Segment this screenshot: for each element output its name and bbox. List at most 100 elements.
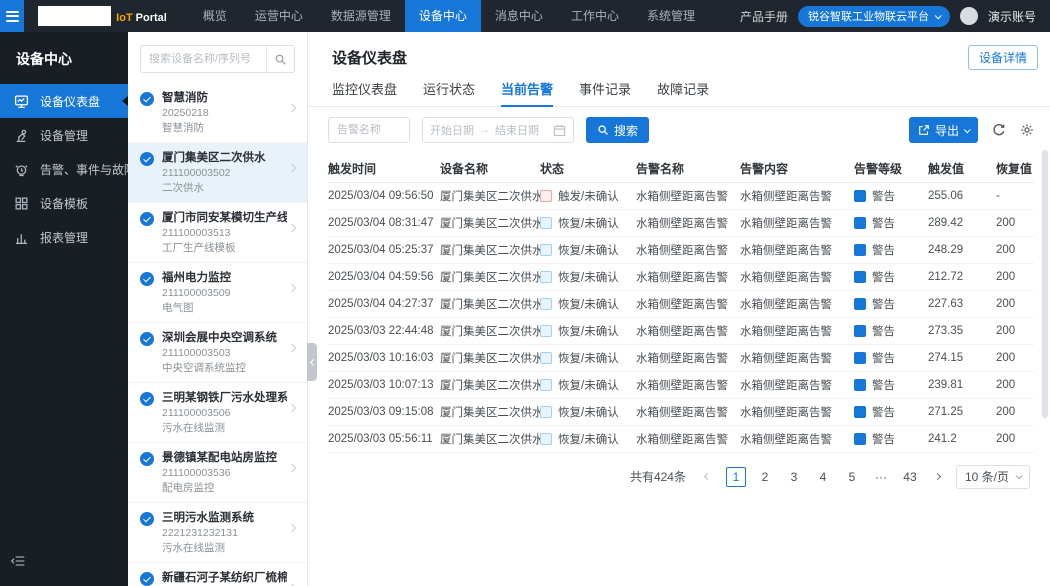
template-icon: [14, 196, 29, 211]
page-size-select[interactable]: 10 条/页: [956, 465, 1030, 489]
hamburger-menu-icon[interactable]: [0, 0, 24, 32]
device-list-item[interactable]: 三明污水监测系统 2221231232131 污水在线监测: [128, 503, 307, 563]
settings-button[interactable]: [1020, 123, 1034, 137]
top-nav-item[interactable]: 概览: [189, 0, 241, 32]
page-title: 设备仪表盘: [332, 47, 407, 68]
device-texts: 景德镇某配电站房监控 211100003536 配电房监控: [162, 451, 287, 495]
date-end-placeholder: 结束日期: [495, 122, 539, 138]
pagination-page-button[interactable]: 1: [726, 467, 746, 487]
device-template: 二次供水: [162, 182, 287, 195]
device-list-item[interactable]: 新疆石河子某纺织厂梳棉机 20220809001 梳棉机: [128, 563, 307, 586]
pagination-page-button[interactable]: 43: [900, 467, 920, 487]
cell-alarm-level: 警告: [854, 317, 928, 344]
col-alarm-level: 告警等级: [854, 155, 928, 182]
device-serial: 211100003513: [162, 227, 287, 240]
device-online-check-icon: [140, 512, 154, 526]
cell-alarm-content: 水箱侧壁距离告警: [740, 209, 854, 236]
device-name: 三明某钢铁厂污水处理系统: [162, 391, 287, 405]
cell-trigger-time: 2025/03/04 04:59:56: [328, 263, 440, 290]
table-row[interactable]: 2025/03/03 10:16:03 厦门集美区二次供水 恢复/未确认 水箱: [328, 344, 1034, 371]
device-search-button[interactable]: [266, 46, 294, 72]
logo-suffix: Portal: [136, 12, 167, 24]
vertical-scrollbar[interactable]: [1042, 150, 1048, 418]
tab-item[interactable]: 当前告警: [501, 79, 553, 106]
tab-item[interactable]: 事件记录: [579, 79, 631, 106]
table-row[interactable]: 2025/03/04 09:56:50 厦门集美区二次供水 触发/未确认 水箱: [328, 182, 1034, 209]
level-indicator-icon: [854, 325, 866, 337]
top-nav-item[interactable]: 设备中心: [405, 0, 481, 32]
pagination-page-button[interactable]: 5: [842, 467, 862, 487]
top-nav-item[interactable]: 系统管理: [633, 0, 709, 32]
device-list-panel: 智慧消防 20250218 智慧消防 厦门集美区二次供水 21110000350…: [128, 32, 308, 586]
sidebar-item-device-template[interactable]: 设备模板: [0, 186, 128, 220]
table-row[interactable]: 2025/03/04 05:25:37 厦门集美区二次供水 恢复/未确认 水箱: [328, 236, 1034, 263]
device-list-item[interactable]: 厦门市同安某模切生产线 211100003513 工厂生产线模板: [128, 203, 307, 263]
panel-collapse-handle[interactable]: [307, 343, 317, 381]
export-button[interactable]: 导出: [909, 117, 978, 143]
device-list-item[interactable]: 智慧消防 20250218 智慧消防: [128, 83, 307, 143]
cell-recover-value: 200: [996, 236, 1034, 263]
cell-alarm-level: 警告: [854, 290, 928, 317]
sidebar-item-device-dashboard[interactable]: 设备仪表盘: [0, 84, 128, 118]
table-row[interactable]: 2025/03/03 22:44:48 厦门集美区二次供水 恢复/未确认 水箱: [328, 317, 1034, 344]
top-nav-item[interactable]: 运营中心: [241, 0, 317, 32]
sidebar-item-device-management[interactable]: 设备管理: [0, 118, 128, 152]
refresh-icon: [992, 123, 1006, 137]
cell-device-name: 厦门集美区二次供水: [440, 236, 540, 263]
device-list-item[interactable]: 深圳会展中央空调系统 211100003503 中央空调系统监控: [128, 323, 307, 383]
device-list-item[interactable]: 三明某钢铁厂污水处理系统 211100003506 污水在线监测: [128, 383, 307, 443]
alarm-table-container: 触发时间 设备名称 状态 告警名称 告警内容 告警等级 触发值 恢复值 恢复时间: [328, 155, 1034, 453]
cell-alarm-name: 水箱侧壁距离告警: [636, 344, 740, 371]
search-button[interactable]: 搜索: [586, 117, 649, 143]
device-search-input[interactable]: [141, 53, 266, 65]
device-list-item[interactable]: 景德镇某配电站房监控 211100003536 配电房监控: [128, 443, 307, 503]
sidebar-item-alarm-event-fault[interactable]: 告警、事件与故障: [0, 152, 128, 186]
table-row[interactable]: 2025/03/04 04:59:56 厦门集美区二次供水 恢复/未确认 水箱: [328, 263, 1034, 290]
search-icon: [597, 124, 609, 136]
brand-logo: GoCloud IoT Portal: [38, 6, 167, 26]
pagination-prev-button[interactable]: [699, 468, 717, 486]
table-row[interactable]: 2025/03/03 05:56:11 厦门集美区二次供水 恢复/未确认 水箱: [328, 425, 1034, 452]
tab-item[interactable]: 监控仪表盘: [332, 79, 397, 106]
product-manual-link[interactable]: 产品手册: [740, 8, 788, 25]
alarm-name-input[interactable]: [328, 117, 410, 143]
pagination-page-button[interactable]: 2: [755, 467, 775, 487]
user-avatar[interactable]: [960, 7, 978, 25]
table-row[interactable]: 2025/03/03 09:15:08 厦门集美区二次供水 恢复/未确认 水箱: [328, 398, 1034, 425]
device-name: 厦门集美区二次供水: [162, 151, 287, 165]
tab-item[interactable]: 运行状态: [423, 79, 475, 106]
pagination-page-button[interactable]: ···: [871, 467, 891, 487]
table-row[interactable]: 2025/03/04 04:27:37 厦门集美区二次供水 恢复/未确认 水箱: [328, 290, 1034, 317]
device-detail-button[interactable]: 设备详情: [968, 45, 1038, 70]
chevron-right-icon: [288, 404, 296, 412]
device-online-check-icon: [140, 152, 154, 166]
pagination-next-button[interactable]: [929, 468, 947, 486]
top-navbar: GoCloud IoT Portal 概览 运营中心 数据源管理 设备中心 消息…: [0, 0, 1050, 32]
col-alarm-name: 告警名称: [636, 155, 740, 182]
sidebar-item-report-management[interactable]: 报表管理: [0, 220, 128, 254]
sidebar-collapse-button[interactable]: [10, 553, 26, 574]
table-row[interactable]: 2025/03/03 10:07:13 厦门集美区二次供水 恢复/未确认 水箱: [328, 371, 1034, 398]
status-indicator-icon: [540, 379, 552, 391]
date-range-picker[interactable]: 开始日期 → 结束日期: [422, 117, 574, 143]
chevron-down-icon: [935, 12, 942, 19]
top-nav-item[interactable]: 数据源管理: [317, 0, 405, 32]
platform-select-dropdown[interactable]: 锐谷智联工业物联云平台: [798, 6, 950, 27]
sidebar-title: 设备中心: [0, 32, 128, 84]
chevron-down-icon: [1016, 472, 1023, 479]
pagination-page-button[interactable]: 3: [784, 467, 804, 487]
refresh-button[interactable]: [992, 123, 1006, 137]
top-nav-item[interactable]: 工作中心: [557, 0, 633, 32]
table-row[interactable]: 2025/03/04 08:31:47 厦门集美区二次供水 恢复/未确认 水箱: [328, 209, 1034, 236]
cell-alarm-content: 水箱侧壁距离告警: [740, 398, 854, 425]
filter-bar: 开始日期 → 结束日期 搜索: [328, 117, 1034, 143]
device-list-item[interactable]: 福州电力监控 211100003509 电气图: [128, 263, 307, 323]
device-texts: 深圳会展中央空调系统 211100003503 中央空调系统监控: [162, 331, 287, 375]
level-indicator-icon: [854, 406, 866, 418]
cell-trigger-time: 2025/03/04 08:31:47: [328, 209, 440, 236]
pagination-page-button[interactable]: 4: [813, 467, 833, 487]
tab-item[interactable]: 故障记录: [657, 79, 709, 106]
device-list-item[interactable]: 厦门集美区二次供水 211100003502 二次供水: [128, 143, 307, 203]
cell-device-name: 厦门集美区二次供水: [440, 317, 540, 344]
top-nav-item[interactable]: 消息中心: [481, 0, 557, 32]
